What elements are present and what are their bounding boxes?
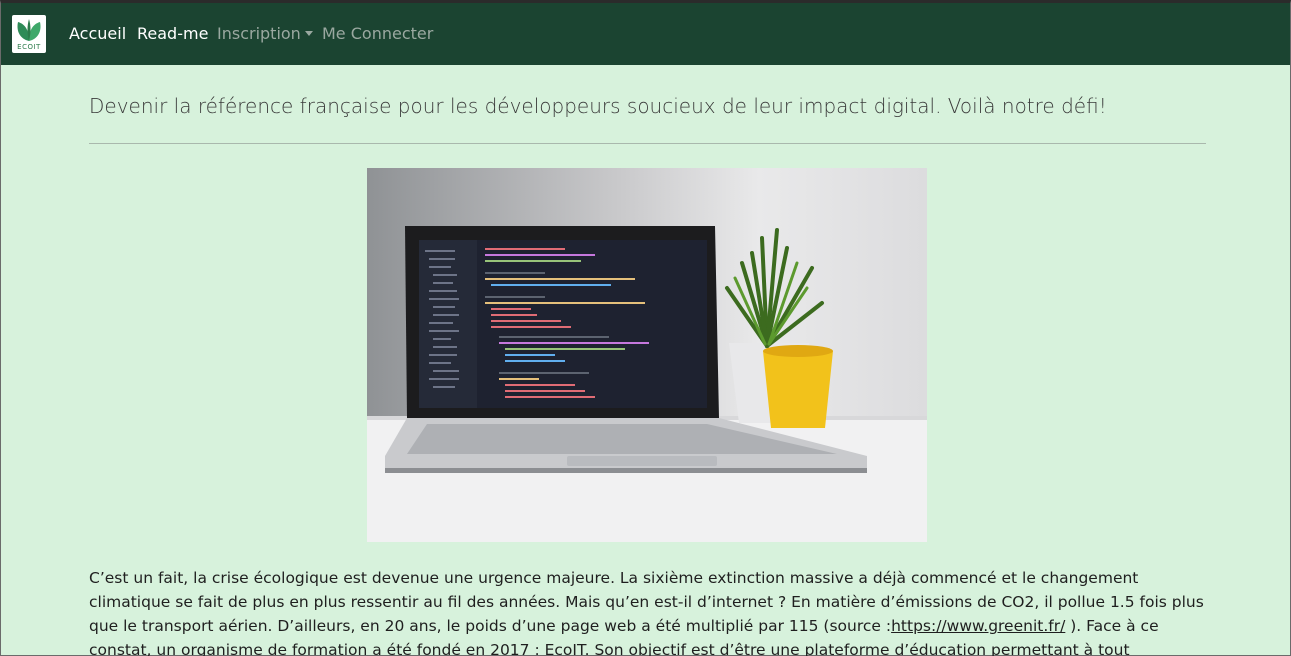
nav-item-read-me[interactable]: Read-me bbox=[137, 23, 208, 45]
divider bbox=[89, 143, 1206, 144]
leaves-icon bbox=[17, 19, 41, 41]
nav-item-inscription-label: Inscription bbox=[217, 24, 301, 43]
nav-item-accueil[interactable]: Accueil bbox=[69, 23, 126, 45]
top-navbar: ECOIT Accueil Read-me Inscription Me Con… bbox=[1, 3, 1290, 65]
page-lead: Devenir la référence française pour les … bbox=[89, 94, 1107, 118]
ecoit-logo[interactable]: ECOIT bbox=[12, 15, 46, 53]
nav-item-me-connecter[interactable]: Me Connecter bbox=[322, 23, 433, 45]
caret-down-icon bbox=[304, 31, 313, 36]
logo-text: ECOIT bbox=[17, 43, 41, 51]
greenit-link[interactable]: https://www.greenit.fr/ bbox=[891, 617, 1065, 635]
laptop-illustration bbox=[367, 226, 927, 542]
intro-paragraph: C’est un fait, la crise écologique est d… bbox=[89, 566, 1209, 656]
hero-image-laptop bbox=[367, 168, 927, 542]
nav-item-inscription-dropdown[interactable]: Inscription bbox=[217, 23, 313, 45]
